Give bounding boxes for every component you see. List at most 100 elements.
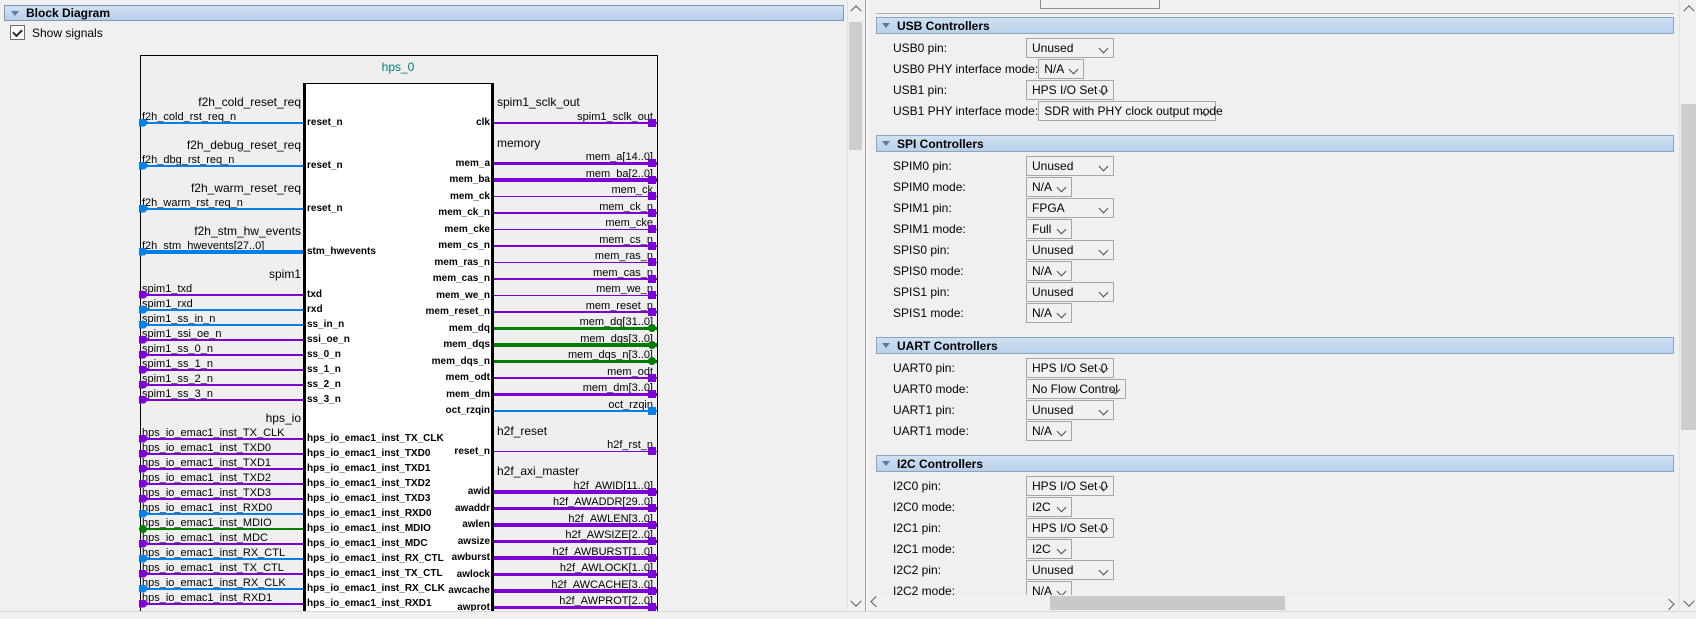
scrollbar-thumb[interactable] <box>849 22 862 150</box>
chevron-down-icon <box>1057 502 1067 512</box>
signal-name: hps_io_emac1_inst_RX_CTL <box>142 547 285 559</box>
parameter-dropdown[interactable]: Full <box>1026 219 1072 239</box>
signal-wire <box>494 343 657 347</box>
interface-group-label: hps_io <box>140 411 301 425</box>
parameter-dropdown[interactable]: Unused <box>1026 156 1114 176</box>
parameter-row: I2C0 pin:HPS I/O Set 0 <box>868 475 1676 496</box>
parameter-dropdown[interactable]: I2C <box>1026 497 1072 517</box>
signal-wire <box>494 451 657 453</box>
parameter-dropdown[interactable]: FPGA <box>1026 198 1114 218</box>
parameter-dropdown[interactable]: Unused <box>1026 240 1114 260</box>
signal-wire <box>141 498 303 500</box>
signal-wire <box>141 543 303 545</box>
chevron-down-icon <box>1099 245 1109 255</box>
chevron-down-icon <box>1099 43 1109 53</box>
bottom-horizontal-scrollbar[interactable] <box>0 611 1696 619</box>
signal-wire <box>141 588 303 590</box>
parameter-dropdown[interactable]: Unused <box>1026 400 1114 420</box>
scroll-up-button[interactable] <box>848 0 863 15</box>
collapse-triangle-icon <box>882 343 890 348</box>
signal-name: mem_odt <box>497 366 653 378</box>
right-pane-vertical-scrollbar[interactable] <box>1679 0 1696 611</box>
parameter-dropdown[interactable]: Unused <box>1026 38 1114 58</box>
section-header[interactable]: SPI Controllers <box>876 135 1674 152</box>
parameter-dropdown[interactable]: N/A <box>1026 581 1072 596</box>
port-connector-icon <box>648 374 656 382</box>
parameter-dropdown[interactable]: N/A <box>1026 261 1072 281</box>
parameter-label: I2C2 mode: <box>893 584 1026 596</box>
parameter-row: UART0 mode:No Flow Control <box>868 378 1676 399</box>
signal-wire <box>494 212 657 214</box>
signal-wire <box>141 208 303 210</box>
parameter-dropdown[interactable]: N/A <box>1026 177 1072 197</box>
port-name: mem_ck <box>380 191 490 202</box>
interface-group-label: h2f_reset <box>497 424 547 438</box>
port-connector-icon <box>648 488 656 496</box>
scroll-down-button[interactable] <box>1681 596 1696 611</box>
parameter-label: USB1 pin: <box>893 83 1026 97</box>
parameter-dropdown[interactable]: N/A <box>1026 303 1072 323</box>
parameter-dropdown[interactable]: N/A <box>1026 421 1072 441</box>
signal-wire <box>494 540 657 544</box>
scroll-up-button[interactable] <box>1681 0 1696 15</box>
scroll-left-button[interactable] <box>868 595 883 610</box>
parameter-dropdown[interactable]: Unused <box>1026 560 1114 580</box>
scroll-down-button[interactable] <box>848 596 863 611</box>
show-signals-label: Show signals <box>32 26 103 40</box>
port-connector-icon <box>648 324 656 332</box>
scroll-right-button[interactable] <box>1661 595 1676 610</box>
left-pane-vertical-scrollbar[interactable] <box>847 0 863 611</box>
chevron-down-icon <box>1057 308 1067 318</box>
checkbox-checked-icon[interactable] <box>10 25 25 40</box>
signal-name: mem_cs_n <box>497 234 653 246</box>
scrollbar-thumb[interactable] <box>1681 104 1696 430</box>
interface-group-label: f2h_cold_reset_req <box>140 95 301 109</box>
chevron-down-icon <box>1099 287 1109 297</box>
parameter-row: SPIM0 mode:N/A <box>868 176 1676 197</box>
section-header[interactable]: USB Controllers <box>876 17 1674 34</box>
scrollbar-thumb[interactable] <box>1050 596 1285 610</box>
dropdown-selected-value: Unused <box>1032 403 1073 417</box>
parameter-dropdown[interactable]: I2C <box>1026 539 1072 559</box>
signal-wire <box>494 196 657 198</box>
dropdown-selected-value: Unused <box>1032 563 1073 577</box>
port-name: mem_cs_n <box>380 240 490 251</box>
port-name: awcache <box>380 585 490 596</box>
signal-wire <box>494 262 657 264</box>
show-signals-checkbox[interactable]: Show signals <box>10 25 103 40</box>
port-connector-icon <box>648 291 656 299</box>
parameter-dropdown[interactable]: HPS I/O Set 0 <box>1026 518 1114 538</box>
parameter-label: USB0 pin: <box>893 41 1026 55</box>
section-header[interactable]: UART Controllers <box>876 337 1674 354</box>
chevron-down-icon <box>1099 203 1109 213</box>
dropdown-selected-value: HPS I/O Set 0 <box>1032 83 1107 97</box>
parameter-dropdown[interactable]: Unused <box>1026 282 1114 302</box>
parameter-row: I2C2 pin:Unused <box>868 559 1676 580</box>
dropdown-selected-value: N/A <box>1032 424 1052 438</box>
parameter-row: SPIS1 pin:Unused <box>868 281 1676 302</box>
section-header[interactable]: I2C Controllers <box>876 455 1674 472</box>
parameter-dropdown[interactable]: HPS I/O Set 0 <box>1026 358 1114 378</box>
signal-name: oct_rzqin <box>497 399 653 411</box>
signal-name: spim1_ssi_oe_n <box>142 328 222 340</box>
signal-name: hps_io_emac1_inst_TX_CTL <box>142 562 284 574</box>
dropdown-selected-value: Unused <box>1032 41 1073 55</box>
port-name: mem_odt <box>380 372 490 383</box>
parameter-label: I2C1 pin: <box>893 521 1026 535</box>
signal-name: hps_io_emac1_inst_TXD1 <box>142 457 271 469</box>
signal-name: hps_io_emac1_inst_TXD3 <box>142 487 271 499</box>
parameter-dropdown[interactable]: HPS I/O Set 0 <box>1026 80 1114 100</box>
parameter-dropdown[interactable]: SDR with PHY clock output mode <box>1038 101 1216 121</box>
parameter-row: SPIS1 mode:N/A <box>868 302 1676 323</box>
parameter-dropdown[interactable]: HPS I/O Set 0 <box>1026 476 1114 496</box>
block-diagram-header[interactable]: Block Diagram <box>4 5 844 21</box>
signal-wire <box>141 165 303 167</box>
collapse-triangle-icon <box>11 11 19 16</box>
port-name: mem_cas_n <box>380 273 490 284</box>
interface-group-label: spim1 <box>140 267 301 281</box>
right-pane-horizontal-scrollbar[interactable] <box>868 595 1676 611</box>
parameter-dropdown[interactable]: No Flow Control <box>1026 379 1126 399</box>
pane-splitter-highlight <box>866 0 867 619</box>
signal-name: spim1_ss_3_n <box>142 388 213 400</box>
parameter-dropdown[interactable]: N/A <box>1038 59 1084 79</box>
